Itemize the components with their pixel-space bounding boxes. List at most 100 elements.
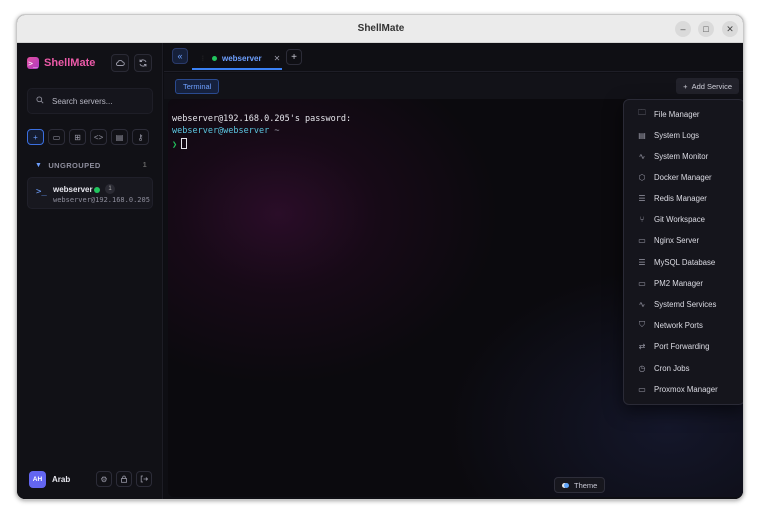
chevron-down-icon: ▼ bbox=[35, 162, 43, 169]
group-label: UNGROUPED bbox=[48, 161, 101, 170]
minimize-button[interactable]: – bbox=[675, 21, 691, 37]
logout-button[interactable] bbox=[136, 471, 152, 487]
server-icon: ▭ bbox=[638, 384, 646, 394]
file-text-icon: ▤ bbox=[638, 130, 646, 140]
chevrons-left-icon: « bbox=[177, 51, 183, 61]
menu-item-systemd-services[interactable]: ∿ Systemd Services bbox=[624, 295, 743, 313]
menu-item-system-monitor[interactable]: ∿ System Monitor bbox=[624, 147, 743, 165]
menu-item-file-manager[interactable]: 🗀 File Manager bbox=[624, 105, 743, 123]
keys-button[interactable]: ⚷ bbox=[132, 129, 149, 145]
theme-button[interactable]: Theme bbox=[554, 477, 606, 493]
cloud-sync-button[interactable] bbox=[111, 54, 129, 72]
plus-icon: + bbox=[291, 51, 297, 63]
lock-icon bbox=[121, 475, 127, 483]
add-server-button[interactable]: + bbox=[27, 129, 44, 145]
menu-item-port-forwarding[interactable]: ⇄ Port Forwarding bbox=[624, 337, 743, 355]
user-name: Arab bbox=[52, 475, 71, 484]
folder-plus-icon: ⊞ bbox=[74, 132, 81, 142]
menu-item-git-workspace[interactable]: ⑂ Git Workspace bbox=[624, 210, 743, 228]
key-icon: ⚷ bbox=[137, 132, 144, 142]
prompt-arrow: ❯ bbox=[172, 140, 178, 150]
session-count-badge: 1 bbox=[105, 184, 115, 194]
app-window: ShellMate – □ ✕ >_ ShellMate Search serv… bbox=[16, 14, 744, 500]
layout-button[interactable]: ▤ bbox=[111, 129, 128, 145]
tab-bar: « ⋮ webserver ✕ + bbox=[164, 43, 743, 72]
add-service-button[interactable]: + Add Service bbox=[676, 78, 739, 94]
terminal-input-line[interactable]: ❯ bbox=[172, 138, 188, 150]
server-icon: ▭ bbox=[638, 235, 646, 245]
status-dot bbox=[94, 187, 100, 193]
maximize-button[interactable]: □ bbox=[698, 21, 714, 37]
terminal-icon: >_ bbox=[36, 187, 47, 197]
collapse-sidebar-button[interactable]: « bbox=[172, 48, 188, 64]
folder-icon: 🗀 bbox=[638, 108, 646, 117]
prompt-path: ~ bbox=[274, 126, 280, 136]
prompt-user: webserver@webserver bbox=[172, 126, 270, 136]
cloud-icon bbox=[115, 60, 125, 66]
close-window-button[interactable]: ✕ bbox=[722, 21, 738, 37]
plus-icon: + bbox=[33, 132, 38, 142]
tab-label: webserver bbox=[222, 53, 262, 63]
terminal-output-line: webserver@192.168.0.205's password: bbox=[172, 114, 352, 124]
user-profile[interactable]: AH Arab bbox=[29, 471, 70, 488]
service-bar: Terminal + Add Service bbox=[164, 73, 743, 99]
lock-button[interactable] bbox=[116, 471, 132, 487]
git-branch-icon: ⑂ bbox=[639, 214, 645, 224]
title-bar: ShellMate – □ ✕ bbox=[17, 15, 743, 43]
tab-webserver[interactable]: ⋮ webserver ✕ bbox=[192, 48, 282, 70]
database-icon: ☰ bbox=[638, 257, 646, 267]
new-tab-button[interactable]: + bbox=[286, 49, 302, 65]
refresh-button[interactable] bbox=[134, 54, 152, 72]
plus-icon: + bbox=[683, 81, 688, 91]
snippets-button[interactable]: <> bbox=[90, 129, 107, 145]
search-box[interactable]: Search servers... bbox=[27, 88, 153, 114]
add-service-menu: 🗀 File Manager ▤ System Logs ∿ System Monit… bbox=[623, 99, 743, 405]
add-service-label: Add Service bbox=[691, 81, 732, 91]
settings-button[interactable]: ⚙ bbox=[96, 471, 112, 487]
sidebar: >_ ShellMate Search servers... + ▭ ⊞ <> … bbox=[17, 43, 163, 499]
menu-item-pm2-manager[interactable]: ▭ PM2 Manager bbox=[624, 274, 743, 292]
search-icon bbox=[36, 96, 44, 106]
menu-item-cron-jobs[interactable]: ◷ Cron Jobs bbox=[624, 359, 743, 377]
palette-icon bbox=[562, 481, 569, 490]
repeat-icon: ⇄ bbox=[638, 341, 646, 351]
close-tab-icon[interactable]: ✕ bbox=[274, 54, 281, 63]
menu-item-system-logs[interactable]: ▤ System Logs bbox=[624, 126, 743, 144]
group-header[interactable]: ▼ UNGROUPED 1 bbox=[35, 161, 147, 170]
activity-icon: ∿ bbox=[638, 151, 646, 161]
server-item[interactable]: >_ webserver 1 webserver@192.168.0.205 bbox=[27, 177, 153, 209]
server-name: webserver bbox=[53, 185, 93, 194]
menu-item-docker-manager[interactable]: ⬡ Docker Manager bbox=[624, 168, 743, 186]
menu-item-redis-manager[interactable]: ☰ Redis Manager bbox=[624, 189, 743, 207]
drag-handle-icon[interactable]: ⋮ bbox=[200, 55, 206, 62]
layout-icon: ▤ bbox=[115, 132, 124, 142]
server-icon: ▭ bbox=[638, 278, 646, 288]
code-icon: <> bbox=[93, 132, 104, 142]
terminal-cursor bbox=[181, 138, 188, 149]
menu-item-network-ports[interactable]: ⛉ Network Ports bbox=[624, 316, 743, 334]
window-title: ShellMate bbox=[357, 23, 405, 34]
status-dot bbox=[212, 55, 217, 61]
menu-item-proxmox-manager[interactable]: ▭ Proxmox Manager bbox=[624, 380, 743, 398]
avatar: AH bbox=[29, 471, 46, 488]
search-input[interactable]: Search servers... bbox=[52, 97, 112, 106]
activity-icon: ∿ bbox=[638, 299, 646, 309]
box-icon: ⬡ bbox=[638, 172, 646, 182]
database-icon: ☰ bbox=[638, 193, 646, 203]
gear-icon: ⚙ bbox=[100, 474, 108, 484]
brand: >_ ShellMate bbox=[27, 57, 95, 69]
terminal-tab[interactable]: Terminal bbox=[175, 79, 220, 94]
menu-item-nginx-server[interactable]: ▭ Nginx Server bbox=[624, 231, 743, 249]
monitor-button[interactable]: ▭ bbox=[48, 129, 65, 145]
group-count: 1 bbox=[142, 162, 147, 169]
theme-label: Theme bbox=[574, 480, 598, 490]
clock-icon: ◷ bbox=[638, 363, 646, 373]
logout-icon bbox=[140, 475, 148, 483]
shield-icon: ⛉ bbox=[639, 320, 645, 329]
monitor-icon: ▭ bbox=[52, 132, 61, 142]
menu-item-mysql-database[interactable]: ☰ MySQL Database bbox=[624, 253, 743, 271]
add-folder-button[interactable]: ⊞ bbox=[69, 129, 86, 145]
terminal-logo-icon: >_ bbox=[27, 57, 39, 69]
terminal-prompt: webserver@webserver ~ bbox=[172, 126, 279, 136]
server-address: webserver@192.168.0.205 bbox=[53, 196, 150, 204]
